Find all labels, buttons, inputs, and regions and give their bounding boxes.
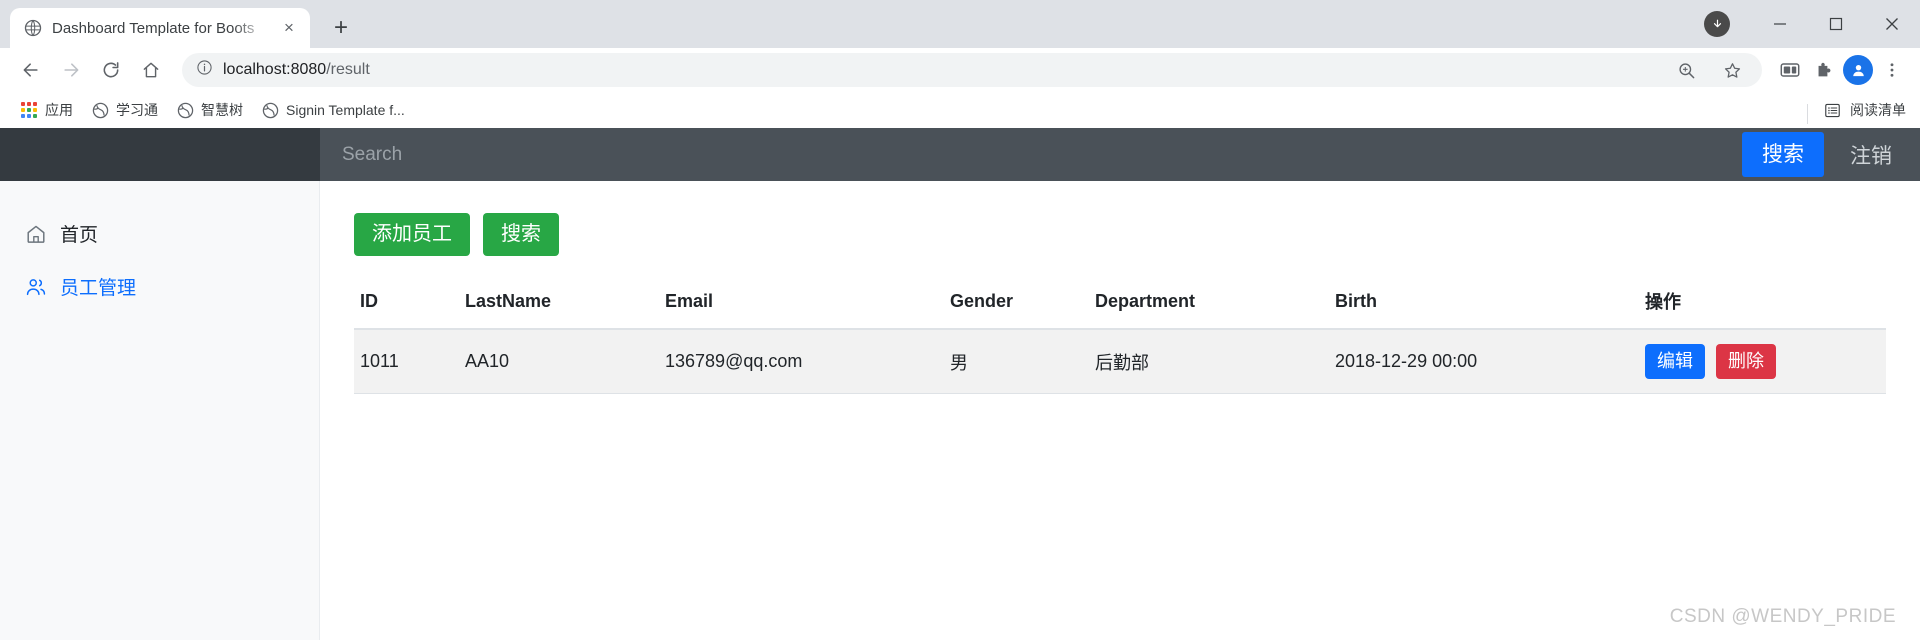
browser-tab[interactable]: Dashboard Template for Boots × [10, 8, 310, 48]
navbar-search-button[interactable]: 搜索 [1742, 131, 1824, 178]
reading-list-button[interactable]: 阅读清单 [1807, 100, 1906, 124]
logout-link[interactable]: 注销 [1824, 140, 1902, 170]
back-button[interactable] [12, 51, 50, 89]
bookmark-xuexitong[interactable]: 学习通 [83, 96, 166, 124]
maximize-button[interactable] [1808, 0, 1864, 48]
bookmark-label: 学习通 [116, 102, 158, 118]
bookmark-signin-template[interactable]: Signin Template f... [253, 97, 413, 123]
bookmark-label: Signin Template f... [286, 102, 405, 118]
main-content: 添加员工 搜索 ID LastName Email Gender Departm… [320, 181, 1920, 640]
globe-icon [91, 101, 109, 119]
url-text: localhost:8080/result [223, 61, 370, 79]
table-head: ID LastName Email Gender Department Birt… [354, 280, 1886, 330]
column-header-actions: 操作 [1639, 280, 1886, 330]
minimize-button[interactable] [1752, 0, 1808, 48]
media-icon[interactable] [1774, 54, 1806, 86]
cell-id: 1011 [354, 329, 459, 395]
browser-toolbar: localhost:8080/result [0, 48, 1920, 92]
edit-button[interactable]: 编辑 [1645, 344, 1705, 380]
column-header-lastname: LastName [459, 280, 659, 330]
page-body: 首页 员工管理 添加员工 搜索 ID LastName Email Gender… [0, 181, 1920, 640]
brand-block[interactable] [0, 128, 320, 181]
reading-list-icon [1823, 101, 1841, 119]
search-button[interactable]: 搜索 [483, 213, 559, 256]
reading-list-label: 阅读清单 [1850, 102, 1906, 118]
action-toolbar: 添加员工 搜索 [354, 213, 1886, 256]
bookmark-apps[interactable]: 应用 [12, 96, 81, 124]
profile-avatar-icon[interactable] [1842, 54, 1874, 86]
table-row: 1011 AA10 136789@qq.com 男 后勤部 2018-12-29… [354, 329, 1886, 395]
sidebar-item-label: 员工管理 [60, 278, 137, 299]
home-icon [24, 222, 48, 246]
globe-icon [176, 101, 194, 119]
sidebar-item-home[interactable]: 首页 [0, 207, 319, 260]
table-header-row: ID LastName Email Gender Department Birt… [354, 280, 1886, 330]
navbar-right-actions: 搜索 注销 [1742, 128, 1920, 181]
sidebar-item-label: 首页 [60, 225, 99, 246]
app-top-navbar: 搜索 注销 [0, 128, 1920, 181]
update-badge-icon[interactable] [1704, 11, 1730, 37]
column-header-birth: Birth [1329, 280, 1639, 330]
bookmark-label: 智慧树 [201, 102, 243, 118]
cell-email: 136789@qq.com [659, 329, 944, 395]
table-body: 1011 AA10 136789@qq.com 男 后勤部 2018-12-29… [354, 329, 1886, 395]
watermark: CSDN @WENDY_PRIDE [1669, 606, 1896, 627]
cell-gender: 男 [944, 329, 1089, 395]
bookmark-label: 应用 [45, 102, 73, 118]
new-tab-button[interactable]: + [324, 11, 358, 45]
cell-birth: 2018-12-29 00:00 [1329, 329, 1639, 395]
column-header-id: ID [354, 280, 459, 330]
people-icon [24, 275, 48, 299]
globe-icon [24, 19, 42, 37]
sidebar: 首页 员工管理 [0, 181, 320, 640]
delete-button[interactable]: 删除 [1716, 344, 1777, 380]
search-input[interactable] [320, 128, 1742, 181]
apps-grid-icon [20, 101, 38, 119]
url-host: localhost:8080 [223, 61, 327, 78]
sidebar-item-employee-management[interactable]: 员工管理 [0, 260, 319, 313]
column-header-gender: Gender [944, 280, 1089, 330]
info-circle-icon[interactable] [196, 59, 213, 81]
omnibox-actions [1670, 54, 1748, 86]
add-employee-button[interactable]: 添加员工 [354, 213, 470, 256]
tab-title: Dashboard Template for Boots [52, 19, 255, 37]
forward-button[interactable] [52, 51, 90, 89]
puzzle-icon[interactable] [1808, 54, 1840, 86]
home-button[interactable] [132, 51, 170, 89]
cell-lastname: AA10 [459, 329, 659, 395]
globe-icon [261, 101, 279, 119]
column-header-email: Email [659, 280, 944, 330]
star-icon[interactable] [1716, 54, 1748, 86]
tab-strip: Dashboard Template for Boots × + [0, 0, 1920, 48]
cell-actions: 编辑 删除 [1639, 329, 1886, 395]
bookmark-zhihuishu[interactable]: 智慧树 [168, 96, 251, 124]
bookmarks-bar: 应用 学习通 智慧树 Signin Template f... 阅读清单 [0, 92, 1920, 128]
cell-department: 后勤部 [1089, 329, 1329, 395]
employee-table: ID LastName Email Gender Department Birt… [354, 280, 1886, 395]
reload-button[interactable] [92, 51, 130, 89]
kebab-menu-icon[interactable] [1876, 54, 1908, 86]
close-window-button[interactable] [1864, 0, 1920, 48]
web-page-content: 搜索 注销 首页 员工管理 [0, 128, 1920, 640]
navbar-search-area [320, 128, 1742, 181]
window-controls [1704, 0, 1920, 48]
close-icon[interactable]: × [278, 17, 300, 39]
url-path: /result [326, 61, 370, 78]
zoom-icon[interactable] [1670, 54, 1702, 86]
column-header-department: Department [1089, 280, 1329, 330]
address-bar[interactable]: localhost:8080/result [182, 53, 1762, 87]
browser-window: Dashboard Template for Boots × + localho… [0, 0, 1920, 640]
